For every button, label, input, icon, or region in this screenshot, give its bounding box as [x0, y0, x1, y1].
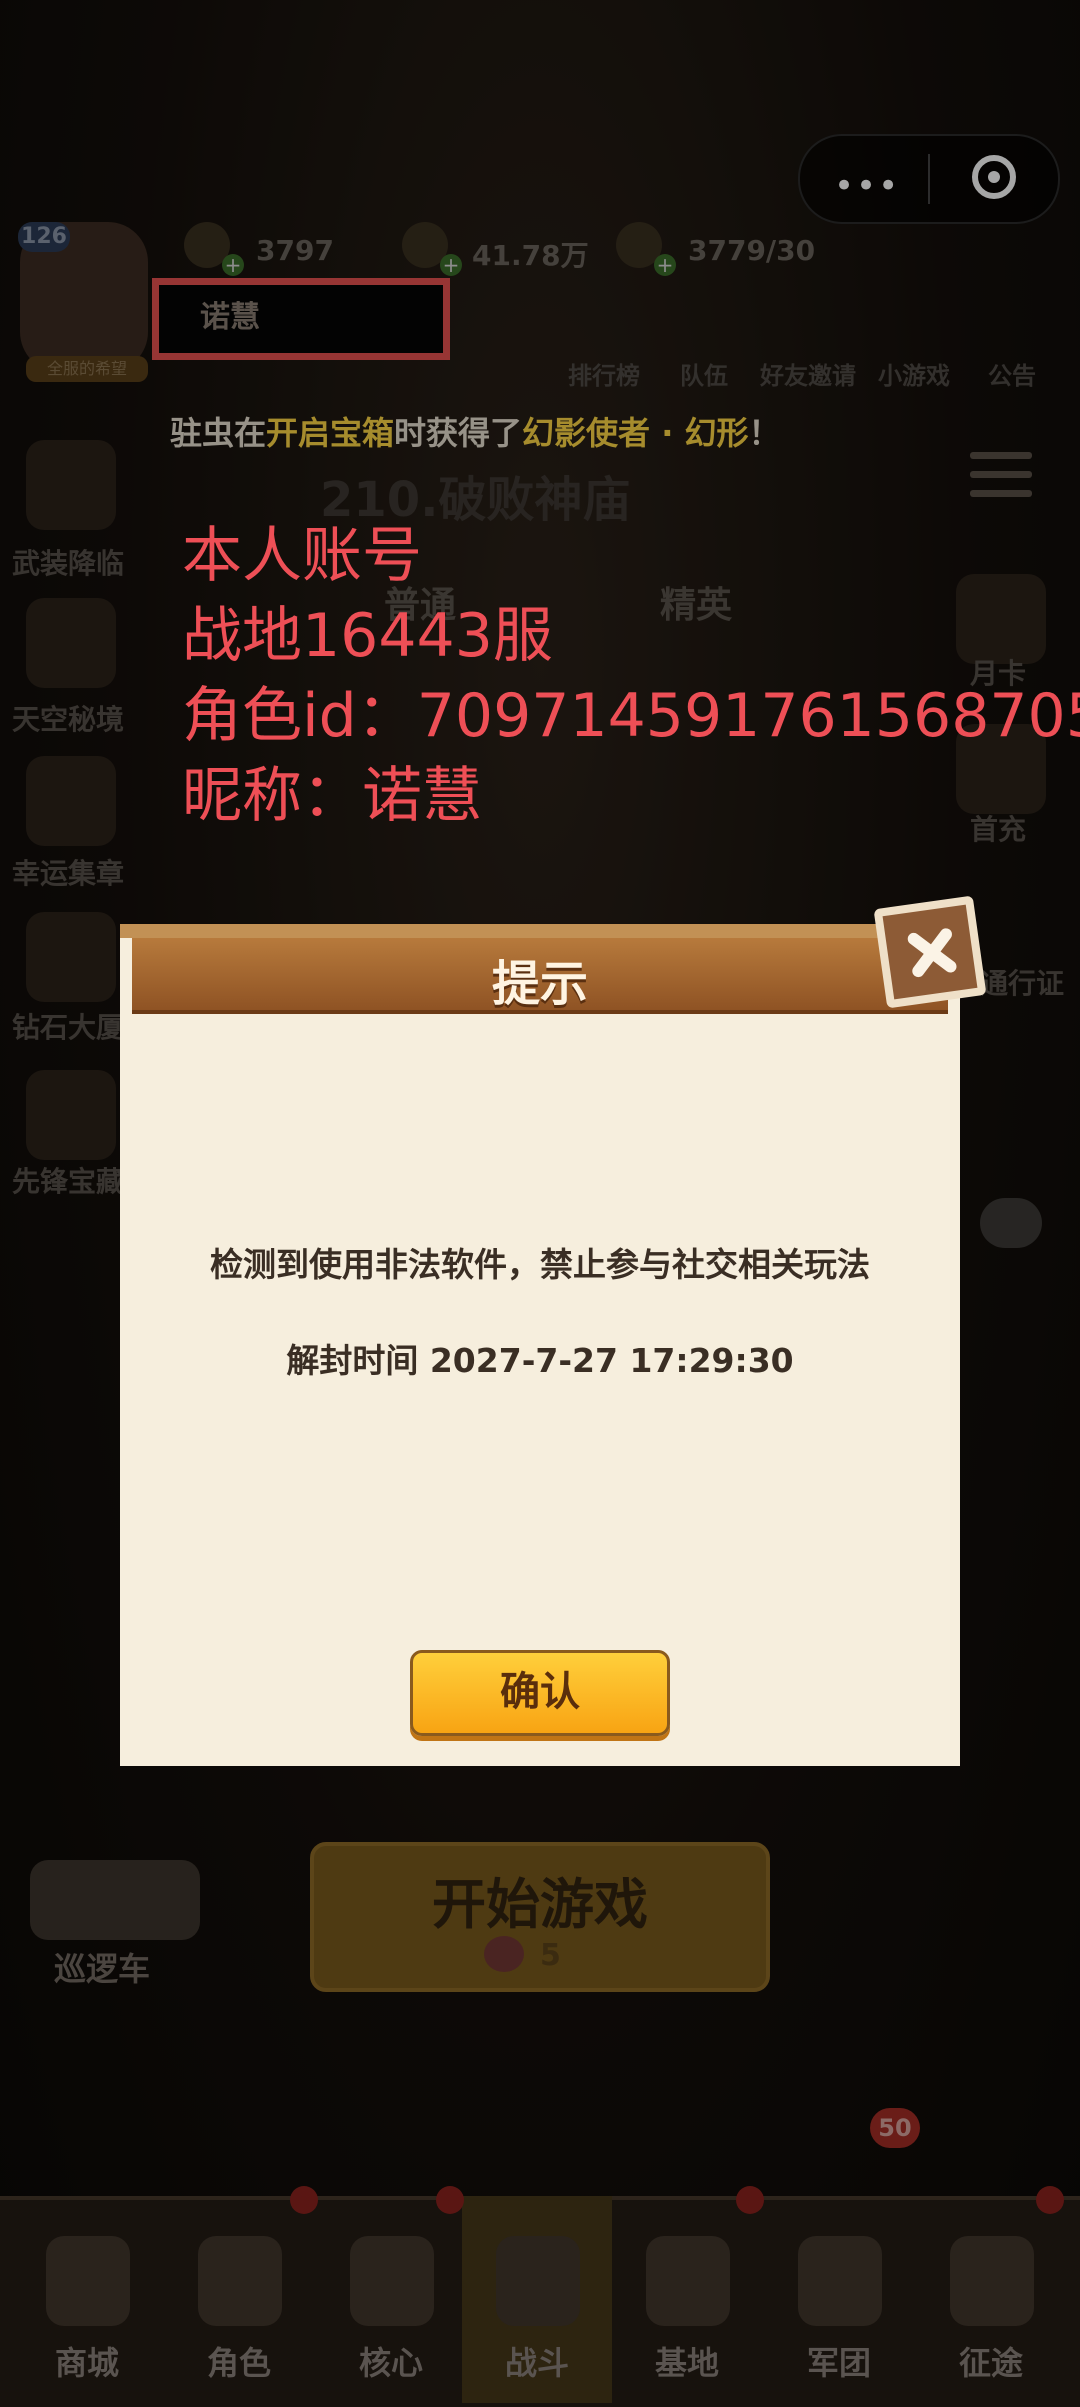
base-icon: [646, 2236, 730, 2326]
annotation-line-3: 角色id：7097145917615687​05: [182, 681, 1080, 751]
battle-icon: [496, 2236, 580, 2326]
nav-shop[interactable]: 商城: [12, 2196, 162, 2403]
nav-base[interactable]: 基地: [612, 2196, 762, 2403]
notification-badge: 50: [870, 2108, 920, 2148]
annotation-line-1: 本人账号: [182, 521, 422, 591]
nav-label: 核心: [358, 2344, 423, 2382]
nav-journey[interactable]: 征途: [916, 2196, 1066, 2403]
start-game-label: 开始游戏: [432, 1873, 648, 1936]
shop-icon: [46, 2236, 130, 2326]
dialog-message: 检测到使用非法软件，禁止参与社交相关玩法: [210, 1245, 870, 1284]
core-icon: [350, 2236, 434, 2326]
journey-icon: [950, 2236, 1034, 2326]
confirm-button[interactable]: 确认: [410, 1650, 670, 1736]
nav-label: 战斗: [504, 2344, 569, 2382]
annotation-line-2: 战地16443服: [182, 601, 553, 671]
start-game-cost: 5: [540, 1938, 561, 1973]
patrol-car-label[interactable]: 巡逻车: [54, 1944, 150, 1990]
red-dot-icon: [436, 2186, 464, 2214]
nav-core[interactable]: 核心: [316, 2196, 466, 2403]
unban-time: 解封时间 2027-7-27 17:29:30: [286, 1341, 794, 1380]
annotation-line-4: 昵称：诺慧: [182, 761, 482, 831]
red-dot-icon: [736, 2186, 764, 2214]
nav-label: 基地: [654, 2344, 719, 2382]
nav-legion[interactable]: 军团: [764, 2196, 914, 2403]
dialog-title: 提示: [491, 956, 588, 1012]
nav-label: 商城: [54, 2344, 119, 2382]
start-game-button[interactable]: 开始游戏 5: [310, 1842, 770, 1992]
red-dot-icon: [1036, 2186, 1064, 2214]
character-icon: [198, 2236, 282, 2326]
close-icon[interactable]: [873, 895, 987, 1009]
nav-character[interactable]: 角色: [164, 2196, 314, 2403]
patrol-car-icon[interactable]: [30, 1860, 200, 1940]
meat-icon: [484, 1936, 524, 1972]
nav-label: 军团: [806, 2344, 871, 2382]
red-dot-icon: [290, 2186, 318, 2214]
nav-label: 角色: [206, 2344, 271, 2382]
nav-battle[interactable]: 战斗: [462, 2196, 612, 2403]
legion-icon: [798, 2236, 882, 2326]
dialog-header-trim: [120, 924, 960, 938]
nav-label: 征途: [958, 2344, 1023, 2382]
